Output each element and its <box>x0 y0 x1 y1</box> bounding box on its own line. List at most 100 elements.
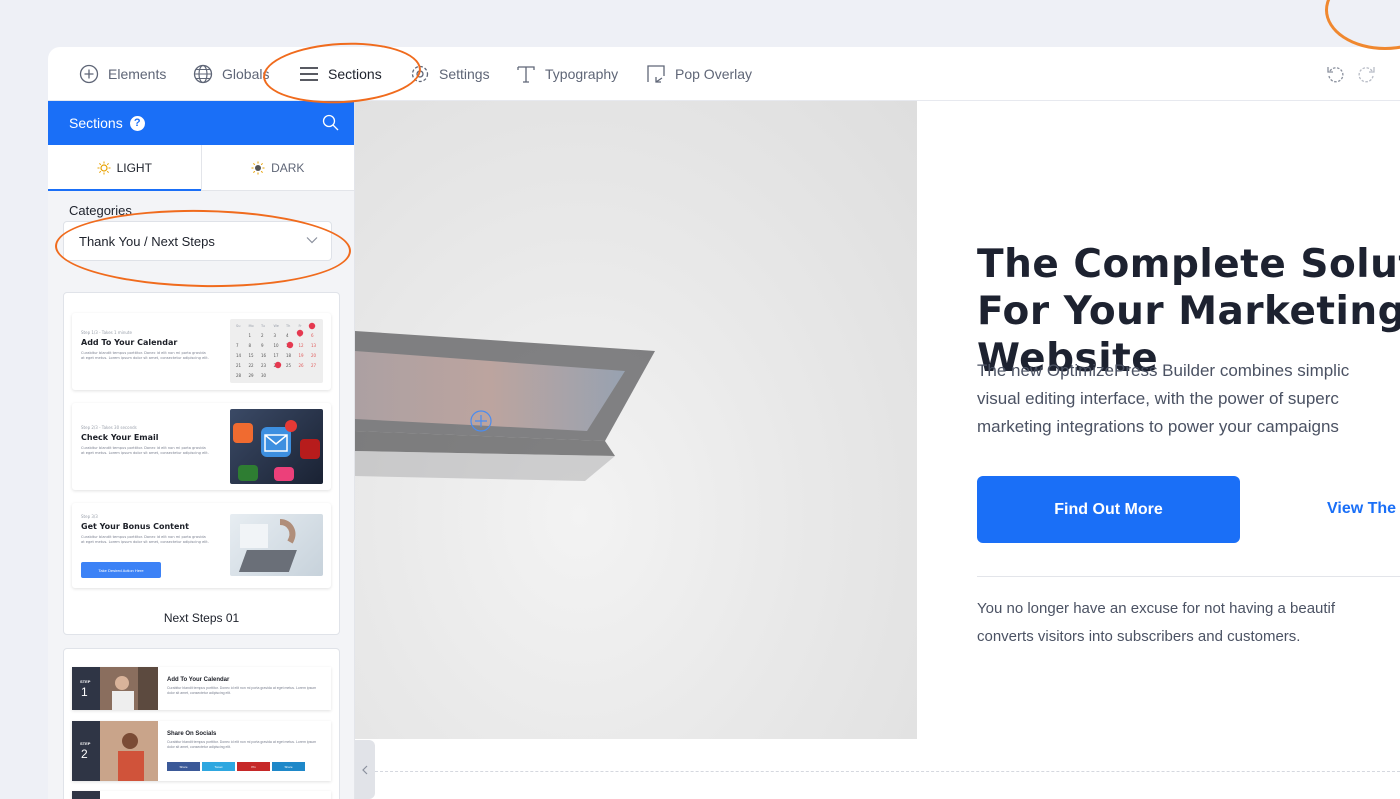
share-button-facebook: Share <box>167 762 200 771</box>
calendar-date: 6 <box>311 333 314 338</box>
tool-elements[interactable]: Elements <box>79 47 166 101</box>
calendar-date: 13 <box>311 343 317 348</box>
step-badge-number: 1 <box>81 685 88 699</box>
annotation-arc-corner <box>1325 0 1400 50</box>
hero-foot-line-1: You no longer have an excuse for not hav… <box>977 600 1336 617</box>
hero-image[interactable] <box>355 101 917 739</box>
plus-circle-icon <box>79 64 99 84</box>
tool-pop-overlay-label: Pop Overlay <box>675 66 753 82</box>
calendar-weekday: Mo <box>249 324 254 328</box>
chevron-left-icon <box>362 765 368 774</box>
template-card-steps-list[interactable]: STEP 1 Add To Your Calendar Curabitur bl… <box>63 648 340 799</box>
block-text: Curabitur blandit tempus porttitor. Done… <box>81 446 209 456</box>
search-icon[interactable] <box>322 114 339 131</box>
section-drop-guide <box>375 771 1400 772</box>
calendar-date: 10 <box>274 343 280 348</box>
calendar-weekday: Su <box>236 324 240 328</box>
calendar-pin <box>308 322 316 330</box>
sidebar-collapse-handle[interactable] <box>355 740 375 799</box>
view-the-link[interactable]: View The <box>1327 500 1396 518</box>
calendar-date: 22 <box>249 363 255 368</box>
tab-dark[interactable]: DARK <box>200 145 355 190</box>
tab-light[interactable]: LIGHT <box>48 145 201 191</box>
bulb-dark-icon <box>251 161 265 174</box>
gear-icon <box>411 65 429 83</box>
laptop-desk-image <box>238 519 297 572</box>
calendar-date: 26 <box>299 363 305 368</box>
template-caption: Next Steps 01 <box>163 611 240 625</box>
calendar-date: 3 <box>274 333 277 338</box>
builder-app: Elements Globals Sections Settings Typog… <box>48 47 1400 799</box>
row-text: Curabitur blandit tempus porttitor. Done… <box>167 686 317 695</box>
sections-icon <box>300 67 318 81</box>
step-badge <box>72 791 100 799</box>
block-action-button: Take Desired Action Here <box>81 562 161 578</box>
step-badge-number: 2 <box>81 747 88 761</box>
step-photo <box>100 667 158 710</box>
calendar-date: 16 <box>261 353 267 358</box>
step-badge-label: STEP <box>80 679 91 684</box>
calendar-date: 1 <box>249 333 252 338</box>
redo-icon[interactable] <box>1356 64 1376 84</box>
calendar-thumbnail: SuMoTuWeThFrSa12345678910111213141516171… <box>230 319 323 383</box>
tool-pop-overlay[interactable]: Pop Overlay <box>646 47 752 101</box>
step-photo <box>100 721 158 781</box>
typography-icon <box>517 66 535 83</box>
block-step: Step 2/3 - Takes 30 seconds <box>81 425 137 430</box>
tool-sections[interactable]: Sections <box>299 47 382 101</box>
add-element-icon[interactable] <box>469 409 493 433</box>
hero-sub-line-1: The new OptimizePress Builder combines s… <box>977 361 1350 380</box>
tool-typography[interactable]: Typography <box>516 47 618 101</box>
calendar-date: 15 <box>249 353 255 358</box>
hero-content: The Complete Soluti For Your Marketing W… <box>977 101 1400 739</box>
calendar-date: 2 <box>261 333 264 338</box>
hero-headline-line-1: The Complete Soluti <box>977 242 1400 287</box>
calendar-date: 18 <box>286 353 292 358</box>
calendar-weekday: Fr <box>299 324 303 328</box>
hero-foot-line-2: converts visitors into subscribers and c… <box>977 628 1301 645</box>
laptop-image <box>355 331 655 481</box>
share-button-linkedin: Share <box>272 762 305 771</box>
template-row-step-2: STEP 2 Share On Socials Curabitur blandi… <box>72 721 331 781</box>
tool-elements-label: Elements <box>108 66 167 82</box>
tool-settings[interactable]: Settings <box>410 47 490 101</box>
row-title: Share On Socials <box>167 731 217 737</box>
category-select[interactable]: Thank You / Next Steps <box>63 221 332 261</box>
mail-app-image <box>233 420 320 481</box>
step-badge: STEP 2 <box>72 721 100 781</box>
hero-subheading[interactable]: The new OptimizePress Builder combines s… <box>977 357 1400 441</box>
calendar-date: 19 <box>299 353 305 358</box>
calendar-date: 28 <box>236 373 242 378</box>
tool-globals-label: Globals <box>222 66 270 82</box>
sidebar-header: Sections ? <box>48 101 354 145</box>
tab-light-label: LIGHT <box>116 160 152 175</box>
chevron-down-icon <box>306 237 318 244</box>
sidebar-title: Sections <box>69 115 123 131</box>
calendar-weekday: Tu <box>260 324 265 328</box>
calendar-date: 29 <box>249 373 255 378</box>
tool-sections-label: Sections <box>328 66 382 82</box>
template-card-next-steps-01[interactable]: Step 1/3 - Takes 1 minute Add To Your Ca… <box>63 292 340 635</box>
row-title: Add To Your Calendar <box>167 677 230 683</box>
calendar-date: 4 <box>286 333 289 338</box>
calendar-date: 12 <box>299 343 305 348</box>
find-out-more-button[interactable]: Find Out More <box>977 476 1240 543</box>
email-app-thumbnail <box>230 409 323 484</box>
calendar-date: 7 <box>236 343 239 348</box>
hero-footnote[interactable]: You no longer have an excuse for not hav… <box>977 595 1400 651</box>
undo-icon[interactable] <box>1326 64 1346 84</box>
calendar-pin <box>286 341 294 349</box>
hero-sub-line-3: marketing integrations to power your cam… <box>977 417 1339 436</box>
calendar-date: 23 <box>261 363 267 368</box>
share-buttons: Share Tweet Pin Share <box>167 762 305 771</box>
help-icon[interactable]: ? <box>129 115 145 131</box>
block-text: Curabitur blandit tempus porttitor. Done… <box>81 535 209 545</box>
calendar-date: 8 <box>249 343 252 348</box>
calendar-date: 21 <box>236 363 242 368</box>
bulb-icon <box>97 161 111 174</box>
tool-globals[interactable]: Globals <box>193 47 269 101</box>
template-block-bonus: Step 3/3 Get Your Bonus Content Curabitu… <box>72 503 331 588</box>
category-select-value: Thank You / Next Steps <box>79 233 215 249</box>
sections-sidebar: Sections ? LIGHT DARK Categories Thank Y… <box>48 101 355 799</box>
row-text: Curabitur blandit tempus porttitor. Done… <box>167 740 317 749</box>
